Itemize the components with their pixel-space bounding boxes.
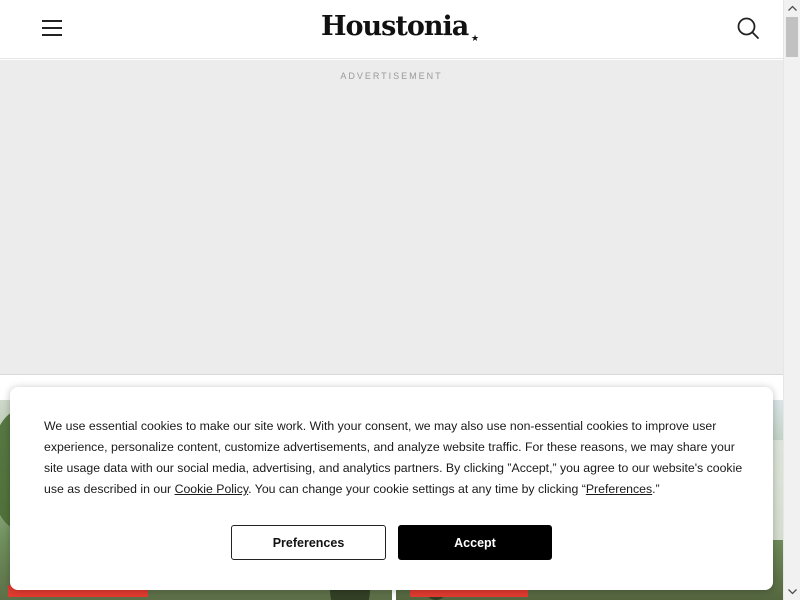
advertisement-area: ADVERTISEMENT [0, 60, 783, 404]
search-icon[interactable] [734, 14, 762, 42]
site-logo[interactable]: Houstonia [321, 11, 469, 42]
scroll-down-arrow-icon[interactable] [784, 583, 800, 600]
cookie-text-part2: . You can change your cookie settings at… [248, 482, 586, 496]
scroll-up-arrow-icon[interactable] [784, 0, 800, 17]
vertical-scrollbar[interactable] [783, 0, 800, 600]
cookie-consent-banner: We use essential cookies to make our sit… [10, 387, 773, 590]
accept-button[interactable]: Accept [398, 525, 552, 560]
preferences-button[interactable]: Preferences [231, 525, 386, 560]
site-header: Houstonia ★ [0, 0, 783, 59]
logo-star-icon: ★ [471, 33, 480, 43]
preferences-link[interactable]: Preferences [586, 482, 652, 496]
advertisement-label: ADVERTISEMENT [340, 71, 443, 81]
hamburger-menu-icon[interactable] [38, 16, 66, 40]
cookie-consent-text: We use essential cookies to make our sit… [44, 416, 744, 500]
cookie-text-part3: .” [652, 482, 660, 496]
scrollbar-thumb[interactable] [786, 17, 798, 57]
cookie-policy-link[interactable]: Cookie Policy [175, 482, 249, 496]
